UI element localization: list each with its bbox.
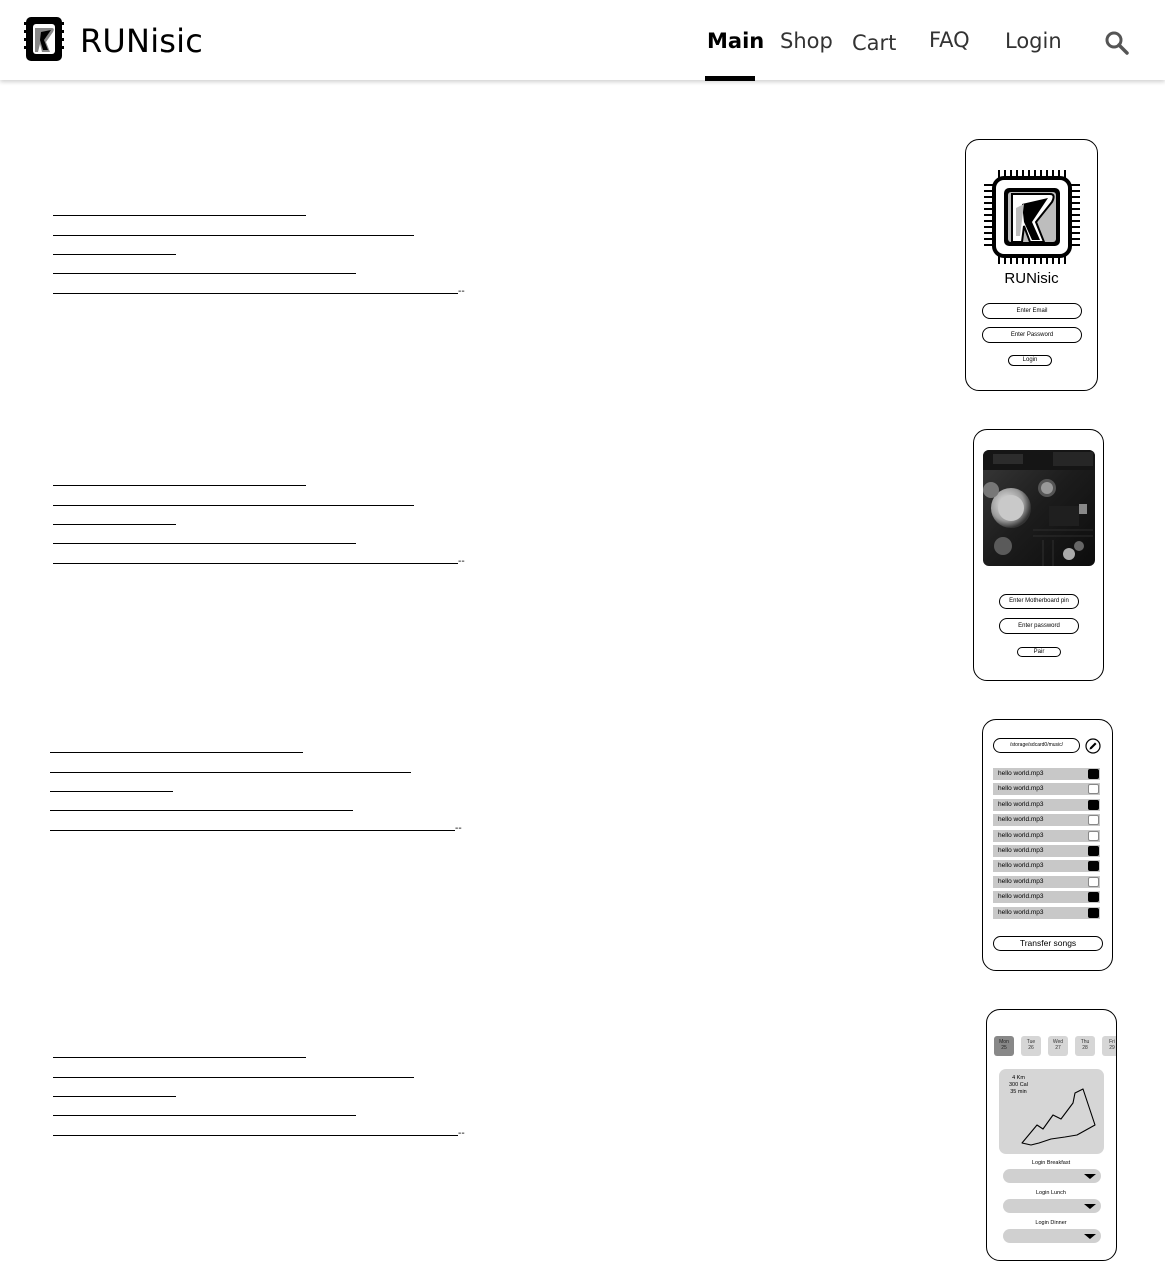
song-checkbox[interactable]: [1088, 907, 1099, 918]
runisic-logo-icon[interactable]: [24, 14, 64, 64]
song-name: hello world.mp3: [998, 800, 1044, 808]
song-row[interactable]: hello world.mp3: [993, 783, 1100, 796]
brand-name[interactable]: RUNisic: [80, 22, 203, 60]
pencil-icon[interactable]: [1085, 738, 1101, 754]
pair-phone-mockup: Enter Motherboard pin Enter password Pai…: [973, 429, 1104, 681]
song-checkbox[interactable]: [1088, 769, 1099, 779]
login-app-title: RUNisic: [1004, 270, 1059, 287]
chevron-down-icon: [1084, 1174, 1096, 1179]
active-nav-indicator: [705, 76, 755, 81]
song-checkbox[interactable]: [1088, 892, 1099, 903]
music-phone-mockup: /storage/sdcard0/music/ hello world.mp3 h…: [982, 719, 1113, 971]
placeholder-trailing: --: [455, 823, 462, 834]
circuit-board-photo: [983, 450, 1095, 566]
tracker-phone-mockup: Mon 25 Tue 26 Wed 27 Thu 28 Fri 29 4 Km 300 Cal 3…: [986, 1009, 1117, 1261]
chevron-down-icon: [1084, 1204, 1096, 1209]
pair-password-field[interactable]: Enter password: [999, 618, 1079, 634]
song-checkbox[interactable]: [1088, 815, 1099, 826]
song-checkbox[interactable]: [1088, 830, 1099, 841]
day-date: 25: [1001, 1045, 1007, 1051]
nav-faq[interactable]: FAQ: [929, 28, 970, 52]
song-name: hello world.mp3: [998, 877, 1044, 885]
folder-path-field[interactable]: /storage/sdcard0/music/: [993, 738, 1080, 753]
song-row[interactable]: hello world.mp3: [993, 845, 1100, 857]
song-row[interactable]: hello world.mp3: [993, 860, 1100, 873]
chevron-down-icon: [1084, 1234, 1096, 1239]
song-checkbox[interactable]: [1088, 861, 1099, 872]
song-checkbox[interactable]: [1088, 876, 1099, 887]
song-name: hello world.mp3: [998, 908, 1044, 916]
pair-button[interactable]: Pair: [1017, 647, 1061, 657]
meal-label: Login Lunch: [1036, 1190, 1066, 1196]
transfer-songs-button[interactable]: Transfer songs: [993, 936, 1103, 951]
nav-login[interactable]: Login: [1005, 29, 1062, 53]
meal-label: Login Dinner: [1035, 1220, 1067, 1226]
meal-dropdown[interactable]: [1003, 1229, 1101, 1243]
day-chip[interactable]: Tue 26: [1021, 1036, 1041, 1056]
day-date: 29: [1109, 1045, 1115, 1051]
song-row[interactable]: hello world.mp3: [993, 798, 1100, 811]
nav-cart[interactable]: Cart: [852, 31, 896, 55]
chip-logo-icon: [984, 170, 1080, 264]
song-row[interactable]: hello world.mp3: [993, 829, 1100, 842]
meal-dropdown[interactable]: [1003, 1199, 1101, 1213]
song-name: hello world.mp3: [998, 785, 1044, 793]
nav-main[interactable]: Main: [707, 29, 764, 53]
meal-dropdown[interactable]: [1003, 1169, 1101, 1183]
song-name: hello world.mp3: [998, 831, 1044, 839]
song-name: hello world.mp3: [998, 847, 1044, 854]
song-row[interactable]: hello world.mp3: [993, 875, 1100, 888]
placeholder-trailing: --: [458, 1128, 465, 1139]
song-checkbox[interactable]: [1088, 799, 1099, 810]
day-date: 26: [1028, 1045, 1034, 1051]
top-navbar: RUNisic Main Shop Cart FAQ Login: [0, 0, 1165, 81]
song-checkbox[interactable]: [1088, 784, 1099, 795]
day-chip[interactable]: Fri 29: [1102, 1036, 1116, 1056]
song-row[interactable]: hello world.mp3: [993, 768, 1100, 780]
song-row[interactable]: hello world.mp3: [993, 906, 1100, 919]
song-name: hello world.mp3: [998, 770, 1044, 777]
run-summary-card: 4 Km 300 Cal 35 min: [999, 1069, 1104, 1154]
song-row[interactable]: hello world.mp3: [993, 891, 1100, 904]
song-name: hello world.mp3: [998, 862, 1044, 870]
login-button[interactable]: Login: [1008, 355, 1052, 366]
day-chip[interactable]: Mon 25: [994, 1036, 1014, 1056]
search-icon[interactable]: [1104, 30, 1130, 56]
day-chip[interactable]: Wed 27: [1048, 1036, 1068, 1056]
song-name: hello world.mp3: [998, 816, 1044, 824]
song-checkbox[interactable]: [1088, 846, 1099, 856]
login-phone-mockup: RUNisic Enter Email Enter Password Login: [965, 139, 1098, 391]
day-date: 27: [1055, 1045, 1061, 1051]
placeholder-trailing: --: [458, 286, 465, 297]
song-name: hello world.mp3: [998, 893, 1044, 901]
email-field[interactable]: Enter Email: [982, 303, 1082, 319]
meal-label: Login Breakfast: [1031, 1160, 1071, 1166]
song-row[interactable]: hello world.mp3: [993, 814, 1100, 827]
motherboard-pin-field[interactable]: Enter Motherboard pin: [999, 594, 1079, 609]
password-field[interactable]: Enter Password: [982, 327, 1082, 343]
day-date: 28: [1082, 1045, 1088, 1051]
nav-shop[interactable]: Shop: [780, 29, 833, 53]
distance-stat: 4 Km: [1012, 1075, 1025, 1081]
route-map-icon: [1021, 1088, 1096, 1146]
placeholder-trailing: --: [458, 556, 465, 567]
day-chip[interactable]: Thu 28: [1075, 1036, 1095, 1056]
